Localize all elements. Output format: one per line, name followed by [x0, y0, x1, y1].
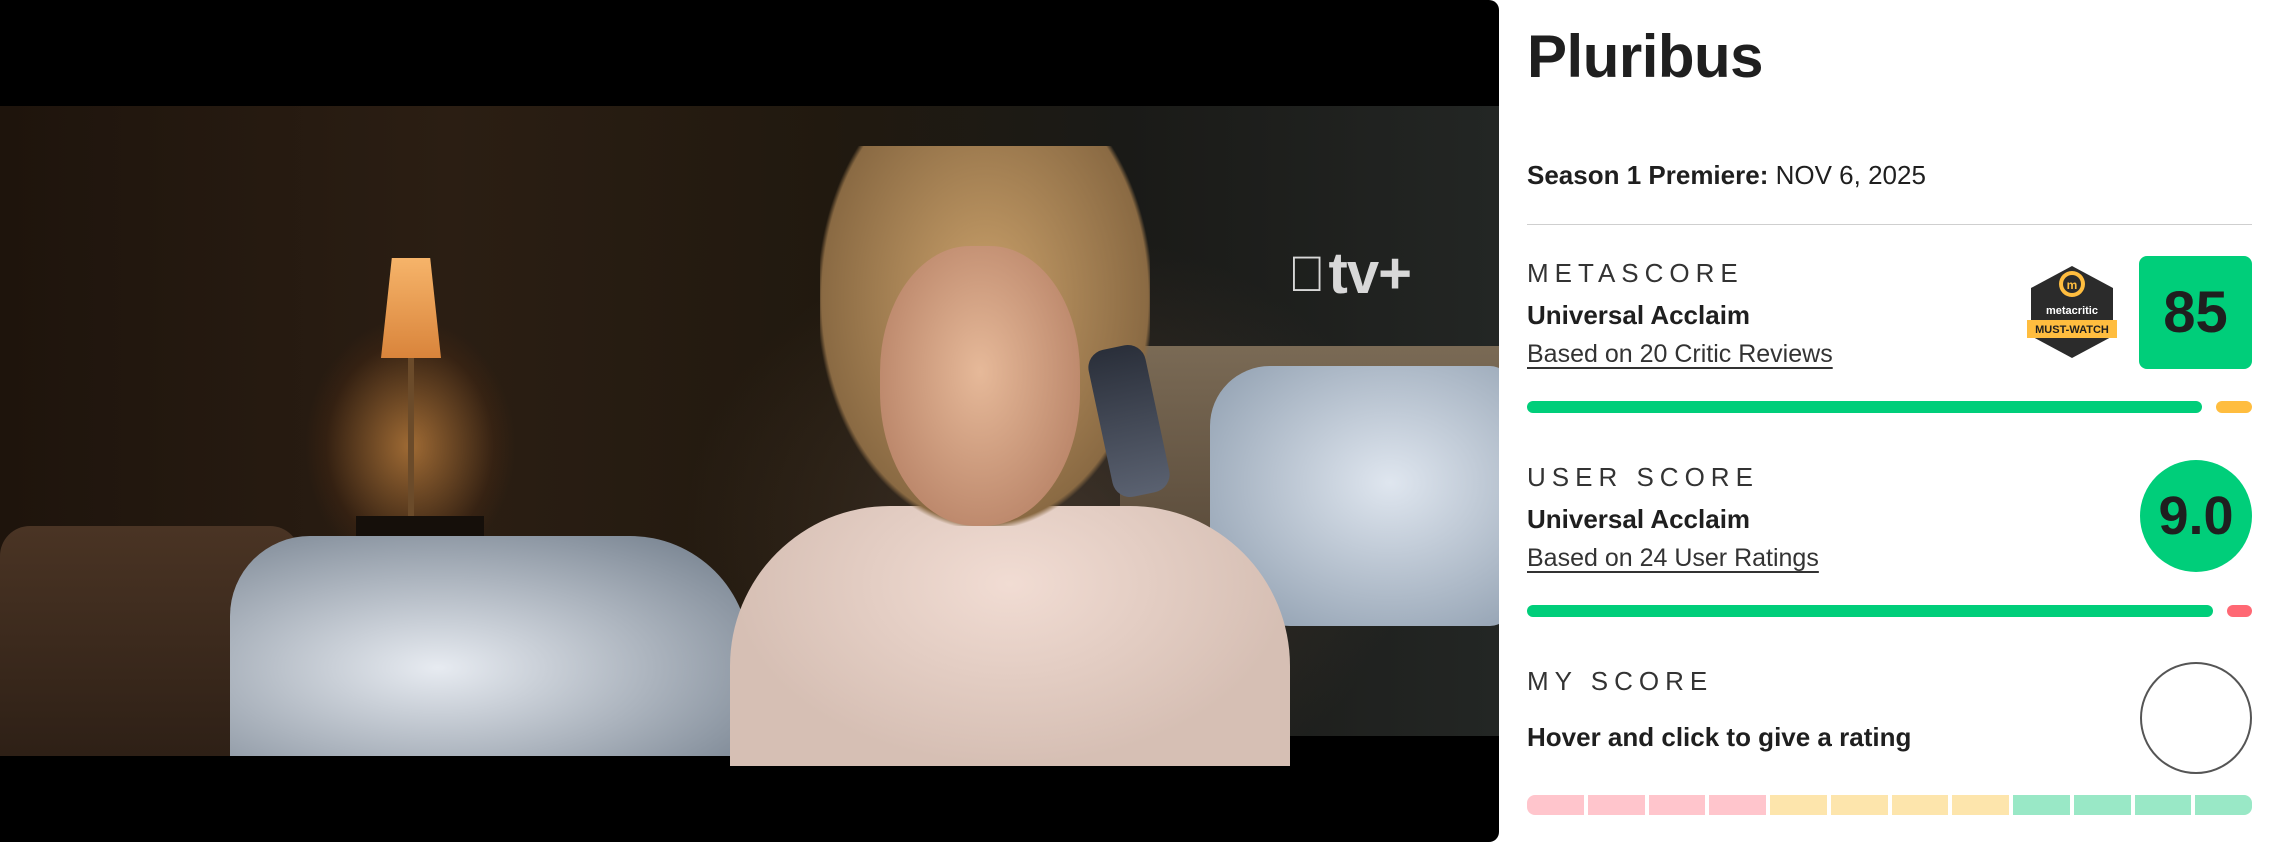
rating-segment[interactable] — [1709, 795, 1766, 815]
user-score-verdict: Universal Acclaim — [1527, 504, 1751, 534]
divider — [1527, 224, 2252, 225]
rating-segment[interactable] — [1830, 795, 1888, 815]
my-score-circle[interactable] — [2140, 662, 2252, 774]
video-player[interactable]: tv+ — [0, 0, 1499, 842]
rating-segment[interactable] — [1770, 795, 1827, 815]
rating-segment[interactable] — [2013, 795, 2070, 815]
bed-sheets — [230, 536, 750, 756]
metascore-mixed-bar — [2216, 401, 2252, 413]
apple-tv-logo: tv+ — [1288, 240, 1412, 307]
premiere-line: Season 1 Premiere: NOV 6, 2025 — [1527, 160, 1926, 191]
rating-segment[interactable] — [1648, 795, 1706, 815]
rating-prompt: Hover and click to give a rating — [1527, 722, 1912, 752]
user-ratings-link[interactable]: Based on 24 User Ratings — [1527, 544, 1819, 573]
rating-segment[interactable] — [1952, 795, 2009, 815]
rating-segment[interactable] — [1891, 795, 1949, 815]
badge-bottom-text: MUST-WATCH — [2035, 324, 2109, 336]
svg-text:m: m — [2067, 278, 2078, 292]
rating-segment[interactable] — [1527, 795, 1584, 815]
rating-segment[interactable] — [2073, 795, 2131, 815]
rating-segment[interactable] — [2195, 795, 2252, 815]
rating-segment[interactable] — [2134, 795, 2192, 815]
metascore-positive-bar — [1527, 401, 2202, 413]
metascore-value[interactable]: 85 — [2139, 256, 2252, 369]
metascore-label: METASCORE — [1527, 258, 1744, 288]
apple-icon:  — [1288, 245, 1325, 303]
lamp-stem — [408, 358, 414, 538]
user-score-value[interactable]: 9.0 — [2140, 460, 2252, 572]
score-panel: Pluribus Season 1 Premiere: NOV 6, 2025 … — [1527, 0, 2252, 842]
show-title: Pluribus — [1527, 23, 1764, 90]
video-frame: tv+ — [0, 106, 1499, 766]
lamp-shade — [381, 258, 441, 358]
my-score-label: MY SCORE — [1527, 666, 1714, 696]
rating-scale[interactable] — [1527, 795, 2252, 815]
user-score-negative-bar — [2227, 605, 2252, 617]
brand-text: tv+ — [1292, 241, 1412, 306]
premiere-date: NOV 6, 2025 — [1775, 160, 1926, 190]
must-watch-badge: m metacritic MUST-WATCH — [2027, 266, 2117, 358]
person-body — [730, 506, 1290, 766]
person-face — [880, 246, 1080, 526]
user-score-positive-bar — [1527, 605, 2213, 617]
premiere-label: Season 1 Premiere: — [1527, 160, 1769, 190]
woman-on-phone — [730, 146, 1290, 766]
critic-reviews-link[interactable]: Based on 20 Critic Reviews — [1527, 340, 1833, 369]
user-score-label: USER SCORE — [1527, 462, 1759, 492]
rating-segment[interactable] — [1587, 795, 1645, 815]
badge-top-text: metacritic — [2046, 305, 2098, 317]
metascore-verdict: Universal Acclaim — [1527, 300, 1751, 330]
